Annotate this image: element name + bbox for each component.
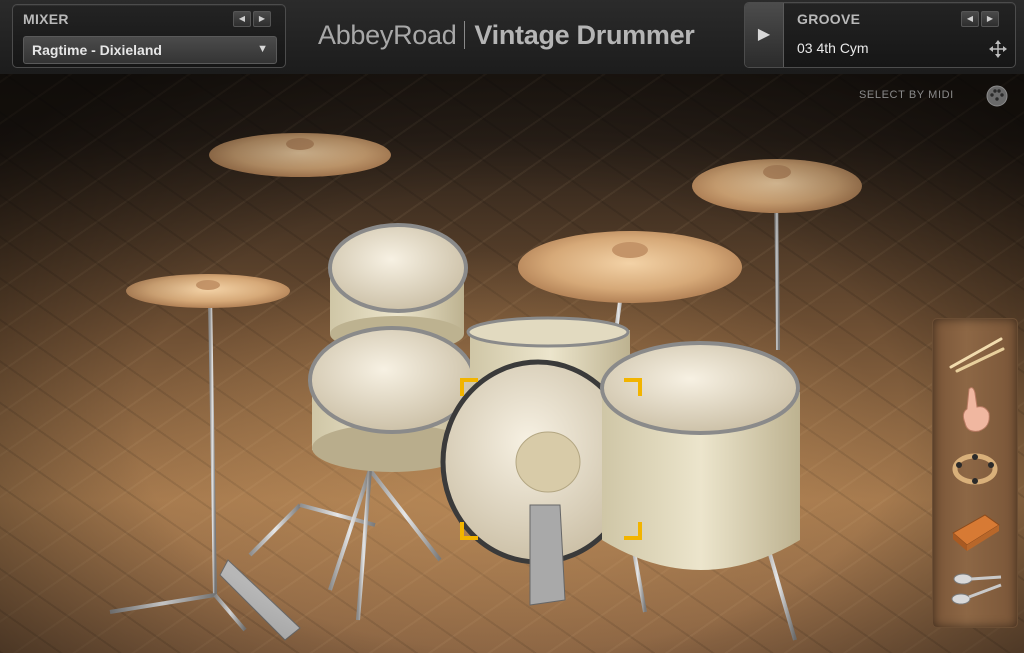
kick-pedal <box>529 504 566 606</box>
brand-road: Road <box>393 19 457 50</box>
chevron-down-icon: ▼ <box>257 43 268 55</box>
mixer-title: MIXER <box>23 11 69 27</box>
groove-name: 03 4th Cym <box>797 40 869 56</box>
select-by-midi-label: SELECT BY MIDI <box>859 89 954 101</box>
mixer-preset-dropdown[interactable]: Ragtime - Dixieland ▼ <box>23 36 277 64</box>
groove-panel: ▶ GROOVE ◀ ▶ 03 4th Cym <box>744 2 1016 68</box>
prev-groove-button[interactable]: ◀ <box>961 11 979 27</box>
play-icon: ▶ <box>757 26 771 43</box>
mixer-nav: ◀ ▶ <box>233 11 271 27</box>
woodblock-icon[interactable] <box>943 503 1007 555</box>
play-button[interactable]: ▶ <box>745 3 784 67</box>
hand-icon[interactable] <box>943 383 1007 435</box>
ride-cymbal[interactable] <box>518 231 742 303</box>
tambourine-icon[interactable] <box>943 443 1007 495</box>
mixer-panel: MIXER ◀ ▶ Ragtime - Dixieland ▼ <box>12 4 286 68</box>
hihat-cymbal[interactable] <box>126 274 290 308</box>
hihat-pedal <box>219 559 301 641</box>
next-groove-button[interactable]: ▶ <box>981 11 999 27</box>
brand-product: Vintage Drummer <box>474 19 695 50</box>
next-preset-button[interactable]: ▶ <box>253 11 271 27</box>
prev-preset-button[interactable]: ◀ <box>233 11 251 27</box>
drumsticks-icon[interactable] <box>943 327 1007 379</box>
brand-divider <box>464 21 466 49</box>
brand-abbey: Abbey <box>318 19 394 50</box>
mixer-preset-value: Ragtime - Dixieland <box>32 42 162 58</box>
articulation-sidebar <box>932 318 1018 628</box>
floor-tom[interactable] <box>600 341 800 570</box>
groove-nav: ◀ ▶ <box>961 11 999 27</box>
midi-connector-icon[interactable] <box>985 84 1009 108</box>
move-icon[interactable] <box>989 40 1007 58</box>
groove-title: GROOVE <box>797 11 861 27</box>
spoons-icon[interactable] <box>943 563 1007 615</box>
brand-title: Abbey Road Vintage Drummer <box>318 18 695 52</box>
